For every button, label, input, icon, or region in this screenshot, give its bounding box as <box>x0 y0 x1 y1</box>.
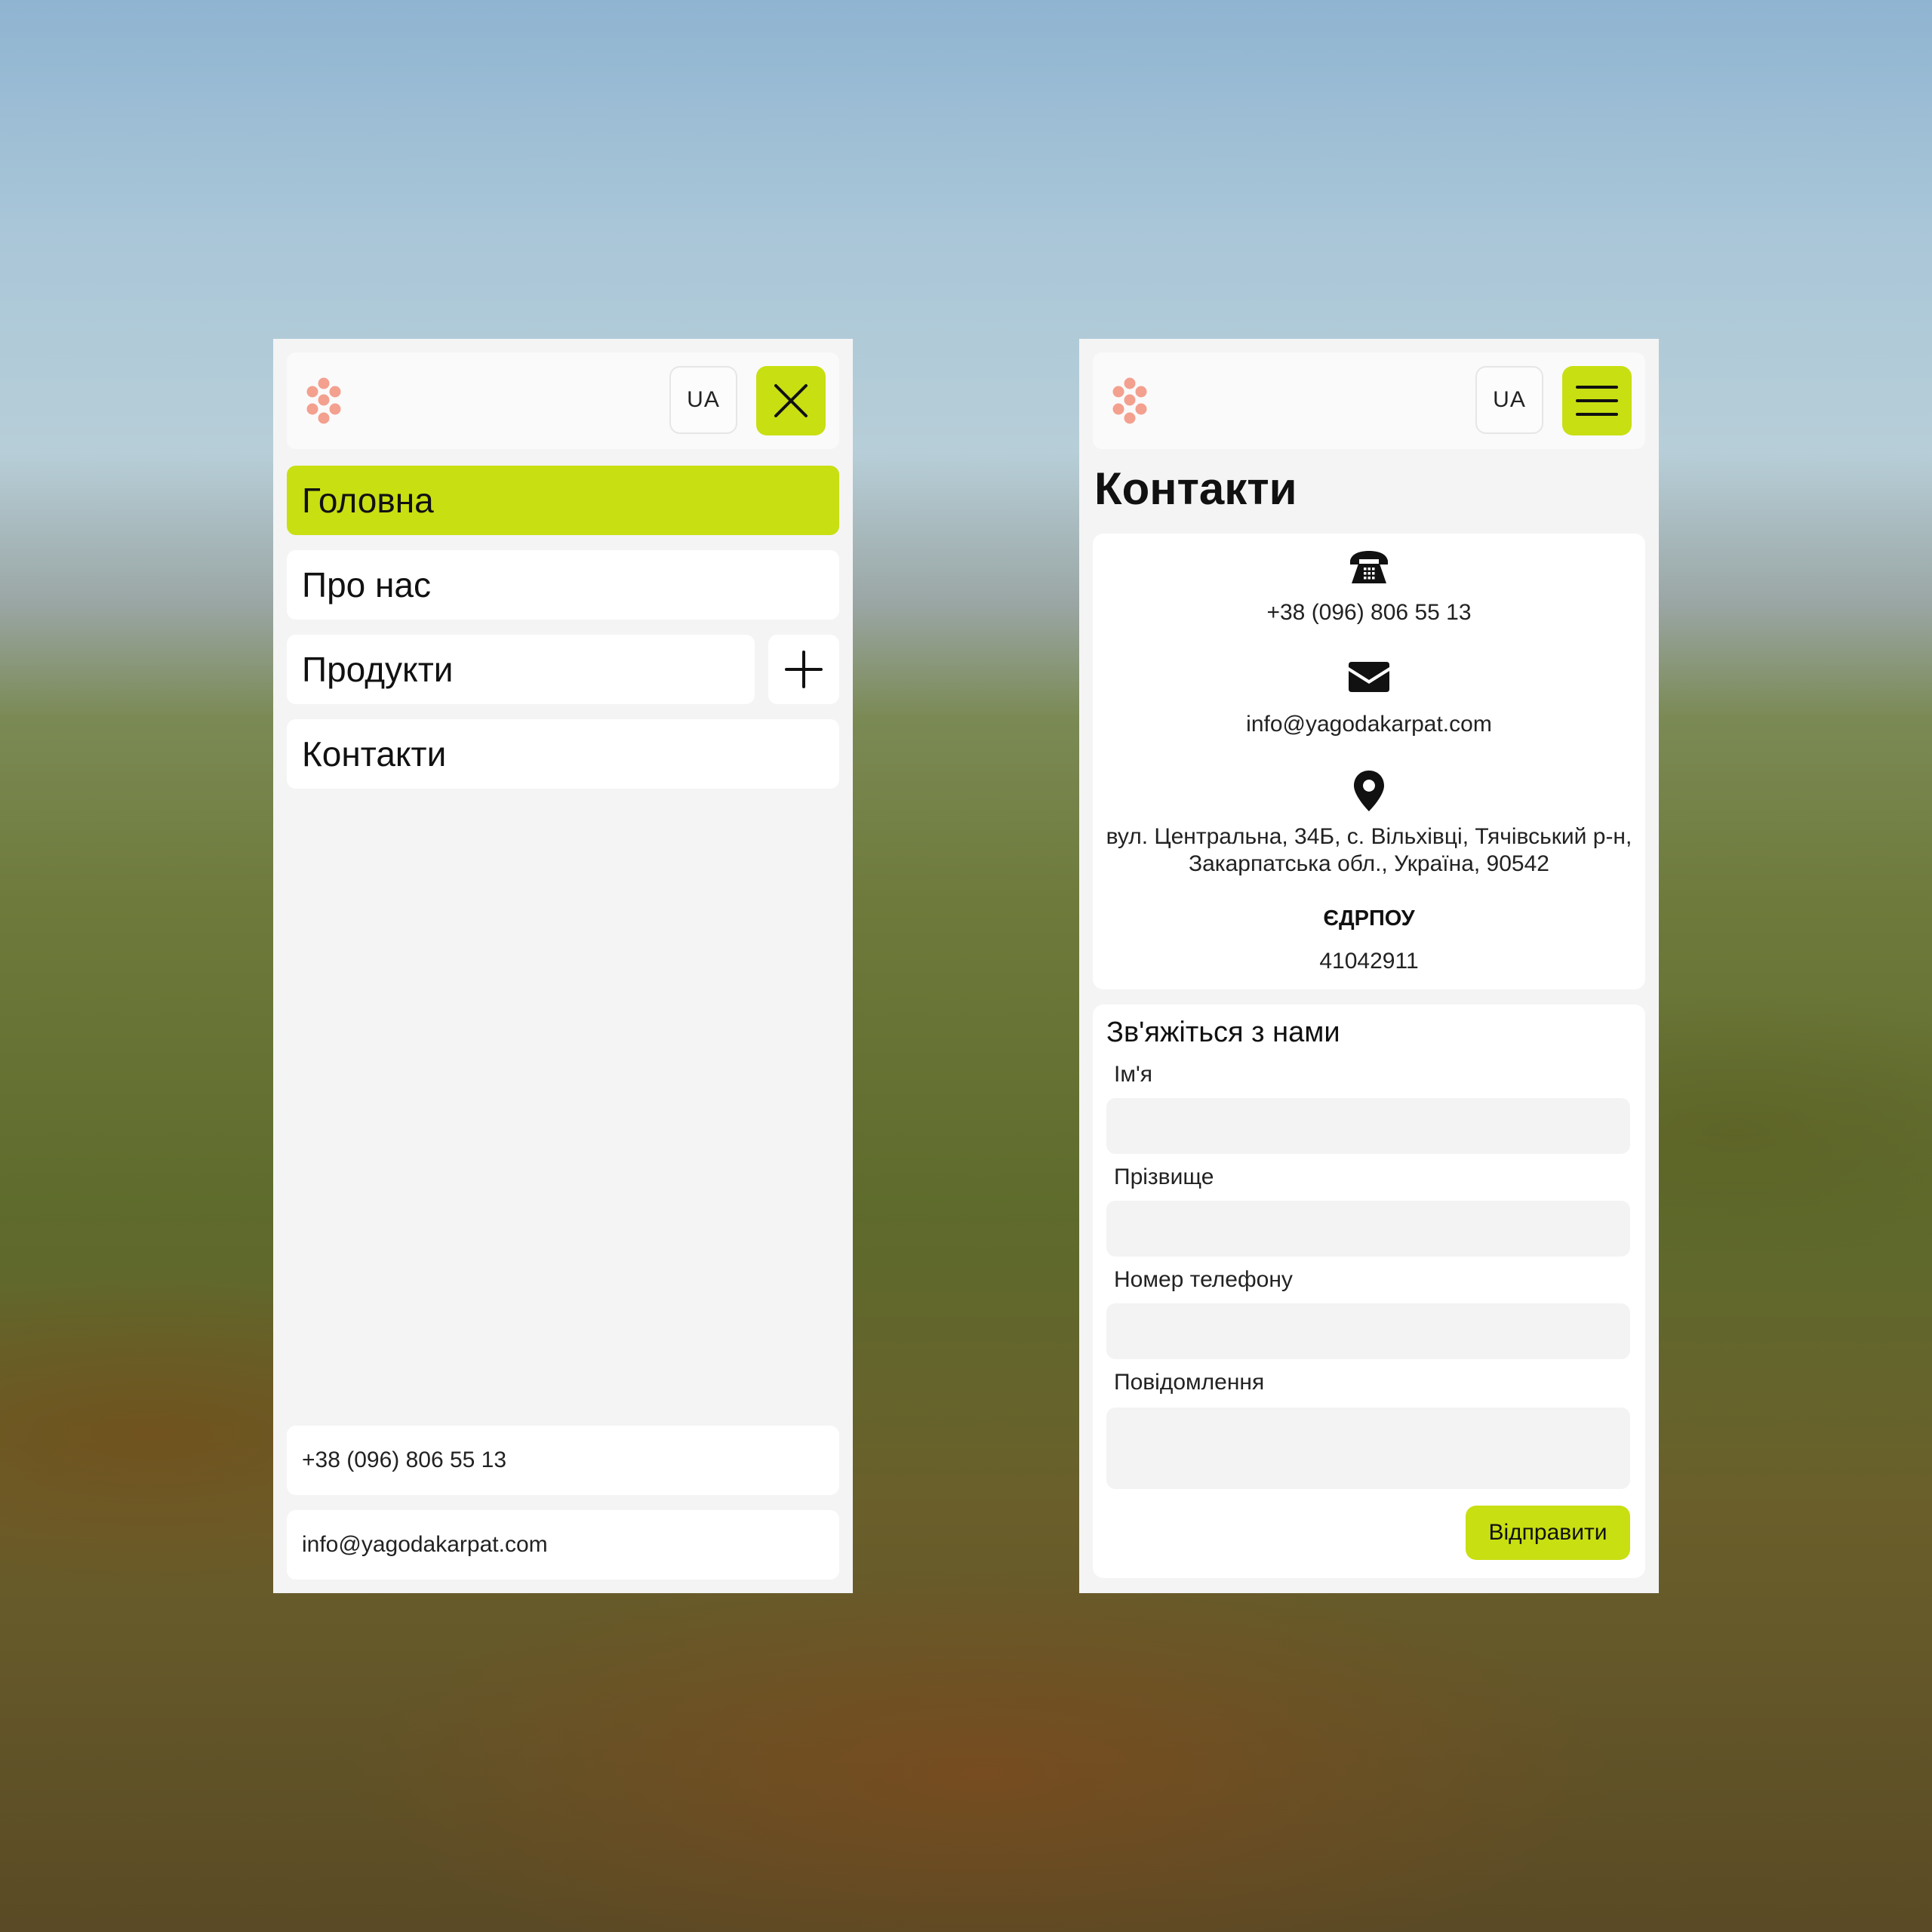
contact-phone-link[interactable]: +38 (096) 806 55 13 <box>1093 600 1645 626</box>
language-label: UA <box>1493 387 1526 412</box>
nav-item-home[interactable]: Головна <box>287 466 839 535</box>
page-title: Контакти <box>1094 463 1297 514</box>
nav-item-contacts[interactable]: Контакти <box>287 719 839 789</box>
phone-number-field[interactable] <box>1106 1303 1630 1359</box>
logo-icon[interactable] <box>300 377 348 425</box>
form-title: Зв'яжіться з нами <box>1106 1017 1340 1048</box>
footer-email-text: info@yagodakarpat.com <box>302 1532 548 1557</box>
expand-products-button[interactable] <box>768 635 839 704</box>
last-name-label: Прізвище <box>1114 1164 1214 1189</box>
first-name-label: Ім'я <box>1114 1062 1152 1087</box>
language-button[interactable]: UA <box>669 366 737 434</box>
hamburger-icon <box>1576 386 1618 416</box>
contact-form: Зв'яжіться з нами Ім'я Прізвище Номер те… <box>1093 1004 1645 1578</box>
message-label: Повідомлення <box>1114 1370 1265 1395</box>
footer-phone-link[interactable]: +38 (096) 806 55 13 <box>287 1426 839 1495</box>
envelope-icon <box>1349 662 1389 692</box>
footer-phone-text: +38 (096) 806 55 13 <box>302 1447 507 1472</box>
language-label: UA <box>687 387 720 412</box>
plus-icon <box>785 651 823 688</box>
contacts-screen: UA Контакти +38 (096) 806 55 13 info@yag… <box>1079 339 1659 1593</box>
header-bar: UA <box>287 352 839 449</box>
message-field[interactable] <box>1106 1407 1630 1489</box>
map-pin-icon <box>1354 771 1384 811</box>
first-name-field[interactable] <box>1106 1098 1630 1154</box>
edrpou-value: 41042911 <box>1319 949 1419 974</box>
nav-item-label: Про нас <box>302 565 431 605</box>
nav-item-products[interactable]: Продукти <box>287 635 755 704</box>
nav-item-label: Головна <box>302 481 434 520</box>
close-icon <box>774 384 808 417</box>
last-name-field[interactable] <box>1106 1201 1630 1257</box>
logo-icon[interactable] <box>1106 377 1154 425</box>
nav-item-about[interactable]: Про нас <box>287 550 839 620</box>
submit-button[interactable]: Відправити <box>1466 1506 1630 1560</box>
phone-number-label: Номер телефону <box>1114 1267 1293 1292</box>
phone-icon <box>1350 551 1388 583</box>
language-button[interactable]: UA <box>1475 366 1543 434</box>
mobile-menu-screen: UA Головна Про нас Продукти Контакти +38… <box>273 339 853 1593</box>
edrpou-label: ЄДРПОУ <box>1323 906 1415 931</box>
open-menu-button[interactable] <box>1562 366 1632 435</box>
close-menu-button[interactable] <box>756 366 826 435</box>
contact-email-link[interactable]: info@yagodakarpat.com <box>1093 712 1645 737</box>
nav-item-label: Контакти <box>302 734 447 774</box>
contact-info-card: +38 (096) 806 55 13 info@yagodakarpat.co… <box>1093 534 1645 989</box>
footer-email-link[interactable]: info@yagodakarpat.com <box>287 1510 839 1580</box>
contact-address: вул. Центральна, 34Б, с. Вільхівці, Тячі… <box>1106 824 1632 876</box>
header-bar: UA <box>1093 352 1645 449</box>
nav-item-label: Продукти <box>302 650 454 689</box>
